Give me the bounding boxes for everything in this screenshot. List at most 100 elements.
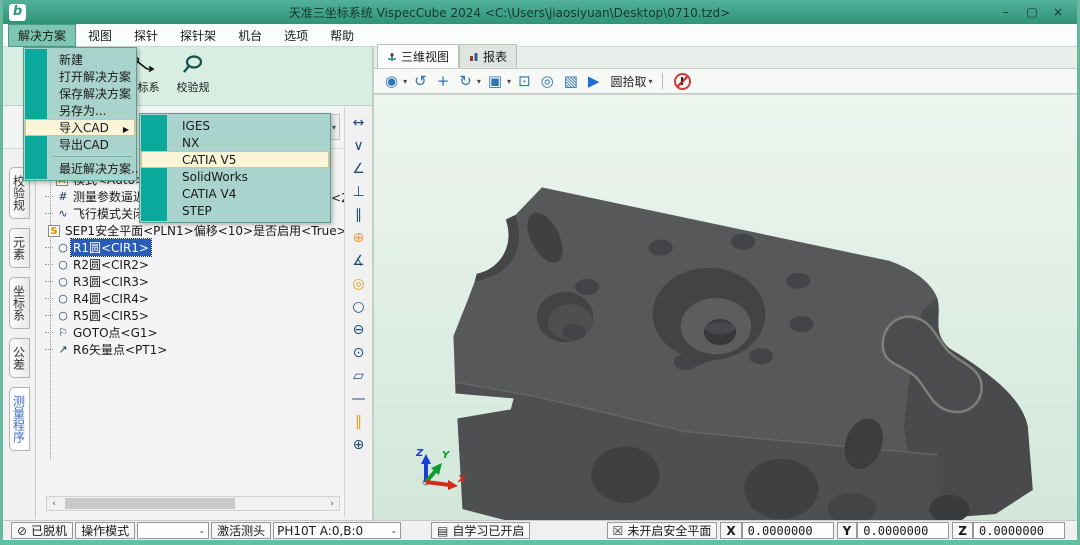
submenu-item-CATIA V5[interactable]: CATIA V5 — [141, 151, 329, 168]
play-icon[interactable]: ▶ — [585, 72, 603, 90]
menu-item-机台[interactable]: 机台 — [228, 24, 272, 47]
angle-between-icon[interactable]: ∨ — [353, 135, 363, 157]
runout-icon[interactable]: ⊙ — [353, 342, 365, 364]
collision-warning-icon[interactable]: ! — [674, 73, 691, 90]
view-tab-三维视图[interactable]: 三维视图 — [377, 44, 459, 68]
restore-button[interactable]: ▢ — [1019, 5, 1045, 19]
locate-icon[interactable]: ◎ — [538, 72, 557, 90]
menu-item-打开解决方案[interactable]: 打开解决方案 — [25, 68, 135, 85]
tree-item[interactable]: ○R1圆<CIR1> — [36, 239, 344, 256]
tree-item[interactable]: SSEP1安全平面<PLN1>偏移<10>是否启用<True> — [36, 222, 344, 239]
symmetry-icon[interactable]: ‖ — [355, 411, 362, 433]
viewport-3d[interactable]: Z Y X — [374, 94, 1077, 520]
tree-connector — [45, 349, 53, 350]
concentricity-icon[interactable]: ◎ — [352, 273, 364, 295]
x-value: 0.0000000 — [742, 522, 834, 539]
submenu-item-IGES[interactable]: IGES — [141, 117, 329, 134]
axis-triad: Z Y X — [414, 444, 466, 494]
chevron-down-icon: ⌄ — [384, 526, 397, 535]
chevron-down-icon[interactable]: ▾ — [648, 77, 652, 86]
offline-icon: ⊘ — [17, 524, 27, 538]
part-3d-model[interactable] — [374, 95, 1077, 520]
pan-view-icon[interactable]: + — [434, 72, 453, 90]
submenu-item-CATIA V4[interactable]: CATIA V4 — [141, 185, 329, 202]
menu-item-保存解决方案[interactable]: 保存解决方案 — [25, 85, 135, 102]
rotate-view-icon[interactable]: ↺ — [411, 72, 430, 90]
safety-plane-status[interactable]: ☒ 未开启安全平面 — [607, 522, 718, 539]
symmetry-circle-icon[interactable]: ⊖ — [353, 319, 365, 341]
circle-cross-icon[interactable]: ⊕ — [353, 434, 365, 456]
scroll-left-icon[interactable]: ‹ — [47, 499, 61, 509]
scrollbar-track[interactable] — [61, 497, 325, 510]
position-icon[interactable]: ⊕ — [353, 227, 365, 249]
offline-status[interactable]: ⊘ 已脱机 — [11, 522, 73, 539]
select-box-icon[interactable]: ▧ — [561, 72, 581, 90]
close-button[interactable]: × — [1045, 5, 1071, 19]
tree-item[interactable]: ○R4圆<CIR4> — [36, 290, 344, 307]
self-learn-label: 自学习已开启 — [452, 522, 524, 539]
distance-icon[interactable]: ↔ — [353, 112, 365, 134]
tree-item[interactable]: ↗R6矢量点<PT1> — [36, 341, 344, 358]
tree-item[interactable]: ○R5圆<CIR5> — [36, 307, 344, 324]
circle-pick-mode[interactable]: 圆拾取 — [610, 73, 646, 90]
view-cube-icon[interactable]: ▣ — [485, 72, 505, 90]
tree-connector — [45, 281, 53, 282]
gauge-check-label: 校验规 — [177, 79, 210, 95]
tree-item-icon: ○ — [55, 258, 71, 271]
scrollbar-thumb[interactable] — [65, 498, 235, 509]
tree-item-icon: S — [48, 225, 60, 237]
operation-mode-select[interactable]: ⌄ — [137, 522, 209, 539]
app-window: b 天准三坐标系统 VispecCube 2024 <C:\Users\jiao… — [0, 0, 1080, 545]
sidebar-tab-元素[interactable]: 元素 — [9, 228, 30, 268]
chevron-down-icon[interactable]: ▾ — [477, 77, 481, 86]
straightness-icon[interactable]: — — [352, 388, 366, 410]
status-bar: ⊘ 已脱机 操作模式 ⌄ 激活测头 PH10T A:0,B:0 ⌄ ▤ 自学习已… — [3, 520, 1077, 540]
tree-connector — [45, 298, 53, 299]
z-label: Z — [952, 522, 973, 539]
minimize-button[interactable]: – — [993, 5, 1019, 19]
tree-horizontal-scrollbar[interactable]: ‹ › — [46, 496, 340, 511]
gauge-check-button[interactable]: 校验规 — [171, 47, 215, 105]
self-learn-status[interactable]: ▤ 自学习已开启 — [431, 522, 530, 539]
sidebar-tab-测量程序[interactable]: 测量程序 — [9, 387, 30, 451]
orbit-view-icon[interactable]: ↻ — [456, 72, 475, 90]
menu-item-探针[interactable]: 探针 — [124, 24, 168, 47]
zoom-fit-icon[interactable]: ⊡ — [515, 72, 534, 90]
submenu-item-STEP[interactable]: STEP — [141, 202, 329, 219]
parallelism-icon[interactable]: ∥ — [355, 204, 362, 226]
menu-item-新建[interactable]: 新建 — [25, 51, 135, 68]
menu-item-探针架[interactable]: 探针架 — [170, 24, 226, 47]
axis-y-label: Y — [442, 450, 451, 461]
menu-item-解决方案[interactable]: 解决方案 — [8, 24, 76, 47]
perpendicularity-icon[interactable]: ⊥ — [352, 181, 364, 203]
angle-icon[interactable]: ∠ — [352, 158, 365, 180]
tree-item-label: R3圆<CIR3> — [71, 273, 151, 290]
view-tab-报表[interactable]: 报表 — [459, 44, 517, 68]
menu-item-选项[interactable]: 选项 — [274, 24, 318, 47]
roundness-icon[interactable]: ○ — [352, 296, 364, 318]
menu-item-视图[interactable]: 视图 — [78, 24, 122, 47]
sidebar-tab-公差[interactable]: 公差 — [9, 338, 30, 378]
menu-item-另存为...[interactable]: 另存为... — [25, 102, 135, 119]
chevron-down-icon[interactable]: ▾ — [403, 77, 407, 86]
import-cad-submenu: IGESNXCATIA V5SolidWorksCATIA V4STEP — [139, 113, 331, 223]
menu-item-导出CAD[interactable]: 导出CAD — [25, 136, 135, 153]
menu-item-导入CAD[interactable]: 导入CAD▶ — [25, 119, 135, 136]
active-probe-select[interactable]: PH10T A:0,B:0 ⌄ — [273, 522, 401, 539]
tree-item[interactable]: ⚐GOTO点<G1> — [36, 324, 344, 341]
tree-item[interactable]: ○R2圆<CIR2> — [36, 256, 344, 273]
view-mode-icon[interactable]: ◉ — [382, 72, 401, 90]
angularity-icon[interactable]: ∡ — [352, 250, 365, 272]
flatness-icon[interactable]: ▱ — [353, 365, 364, 387]
scroll-right-icon[interactable]: › — [325, 499, 339, 509]
sidebar-tab-坐标系[interactable]: 坐标系 — [9, 277, 30, 329]
chevron-down-icon[interactable]: ▾ — [507, 77, 511, 86]
submenu-item-NX[interactable]: NX — [141, 134, 329, 151]
submenu-item-SolidWorks[interactable]: SolidWorks — [141, 168, 329, 185]
tree-item-label: R4圆<CIR4> — [71, 290, 151, 307]
menu-item-帮助[interactable]: 帮助 — [320, 24, 364, 47]
active-probe-label: 激活测头 — [211, 522, 271, 539]
tree-item[interactable]: ○R3圆<CIR3> — [36, 273, 344, 290]
menu-item-最近解决方案...[interactable]: 最近解决方案... — [25, 160, 135, 177]
tree-item-icon: ○ — [55, 241, 71, 254]
